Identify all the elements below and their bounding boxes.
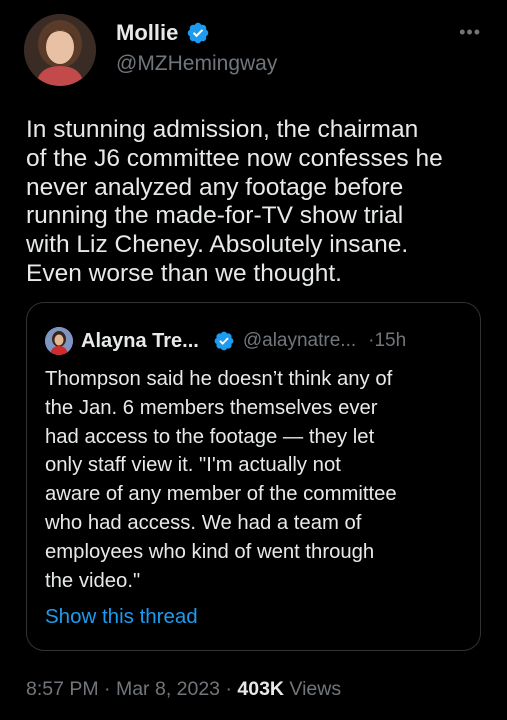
tweet-text: In stunning admission, the chairman of t… [26, 116, 496, 289]
quoted-tweet-time[interactable]: 15h [374, 330, 406, 352]
quoted-tweet[interactable]: Alayna Tre... @alaynatre... · 15h Thomps… [26, 302, 481, 651]
quoted-tweet-header: Alayna Tre... @alaynatre... · 15h [45, 327, 406, 355]
tweet-time[interactable]: 8:57 PM [26, 678, 99, 700]
quoted-text-line: the video." [45, 569, 141, 592]
tweet-text-line: never analyzed any footage before [26, 173, 404, 201]
verified-badge-icon [188, 22, 209, 44]
author-handle[interactable]: @MZHemingway [116, 52, 277, 76]
tweet-text-line: with Liz Cheney. Absolutely insane. [26, 231, 409, 259]
quoted-author-avatar[interactable] [45, 327, 73, 355]
quoted-text-line: employees who kind of went through [45, 540, 375, 563]
avatar-photo-icon [45, 327, 73, 355]
verified-badge-icon [214, 331, 234, 351]
tweet-metadata: 8:57 PM · Mar 8, 2023 · 403K Views [26, 678, 341, 701]
quoted-author-handle[interactable]: @alaynatre... [243, 330, 356, 352]
show-thread-link[interactable]: Show this thread [45, 605, 198, 629]
avatar-photo-icon [24, 14, 96, 86]
views-count[interactable]: 403K [237, 678, 284, 700]
separator-dot: · [98, 678, 116, 700]
quoted-text-line: only staff view it. "I'm actually not [45, 454, 341, 477]
tweet-text-line: Even worse than we thought. [26, 259, 342, 287]
author-name-row: Mollie [116, 20, 210, 46]
tweet-text-line: In stunning admission, the chairman [26, 116, 419, 143]
quoted-text-line: Thompson said he doesn’t think any of [45, 368, 393, 390]
tweet-date[interactable]: Mar 8, 2023 [116, 678, 220, 700]
quoted-text-line: had access to the footage — they let [45, 425, 375, 448]
quoted-tweet-text: Thompson said he doesn’t think any of th… [45, 365, 475, 595]
tweet: Mollie @MZHemingway ••• In stunning admi… [0, 0, 507, 720]
quoted-text-line: who had access. We had a team of [45, 511, 362, 534]
quoted-author-name[interactable]: Alayna Tre... [81, 330, 199, 353]
quoted-text-line: the Jan. 6 members themselves ever [45, 396, 378, 419]
author-name[interactable]: Mollie [116, 20, 178, 46]
more-horizontal-icon[interactable]: ••• [459, 22, 481, 43]
tweet-text-line: of the J6 committee now confesses he [26, 144, 443, 172]
quoted-text-line: aware of any member of the committee [45, 483, 397, 506]
separator-dot: · [220, 678, 238, 700]
author-avatar[interactable] [24, 14, 96, 86]
views-label: Views [284, 678, 342, 700]
tweet-text-line: running the made-for-TV show trial [26, 202, 404, 230]
